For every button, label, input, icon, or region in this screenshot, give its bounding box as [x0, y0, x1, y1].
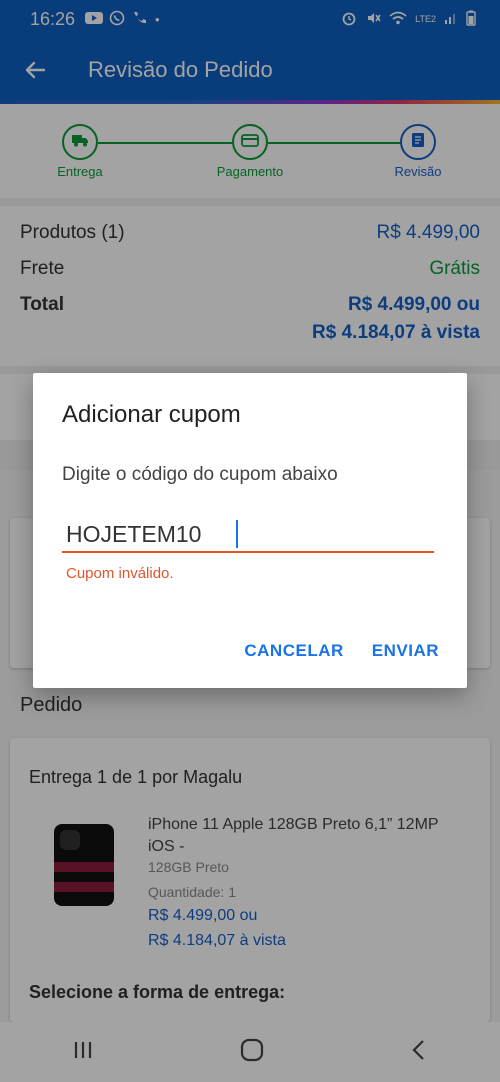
text-cursor [236, 520, 238, 548]
coupon-code-input[interactable] [62, 517, 434, 553]
dialog-title: Adicionar cupom [62, 401, 241, 428]
send-button[interactable]: ENVIAR [372, 641, 439, 661]
dialog-message: Digite o código do cupom abaixo [62, 464, 338, 485]
coupon-error: Cupom inválido. [66, 565, 174, 582]
cancel-button[interactable]: CANCELAR [244, 641, 343, 661]
coupon-dialog: Adicionar cupom Digite o código do cupom… [33, 373, 467, 688]
